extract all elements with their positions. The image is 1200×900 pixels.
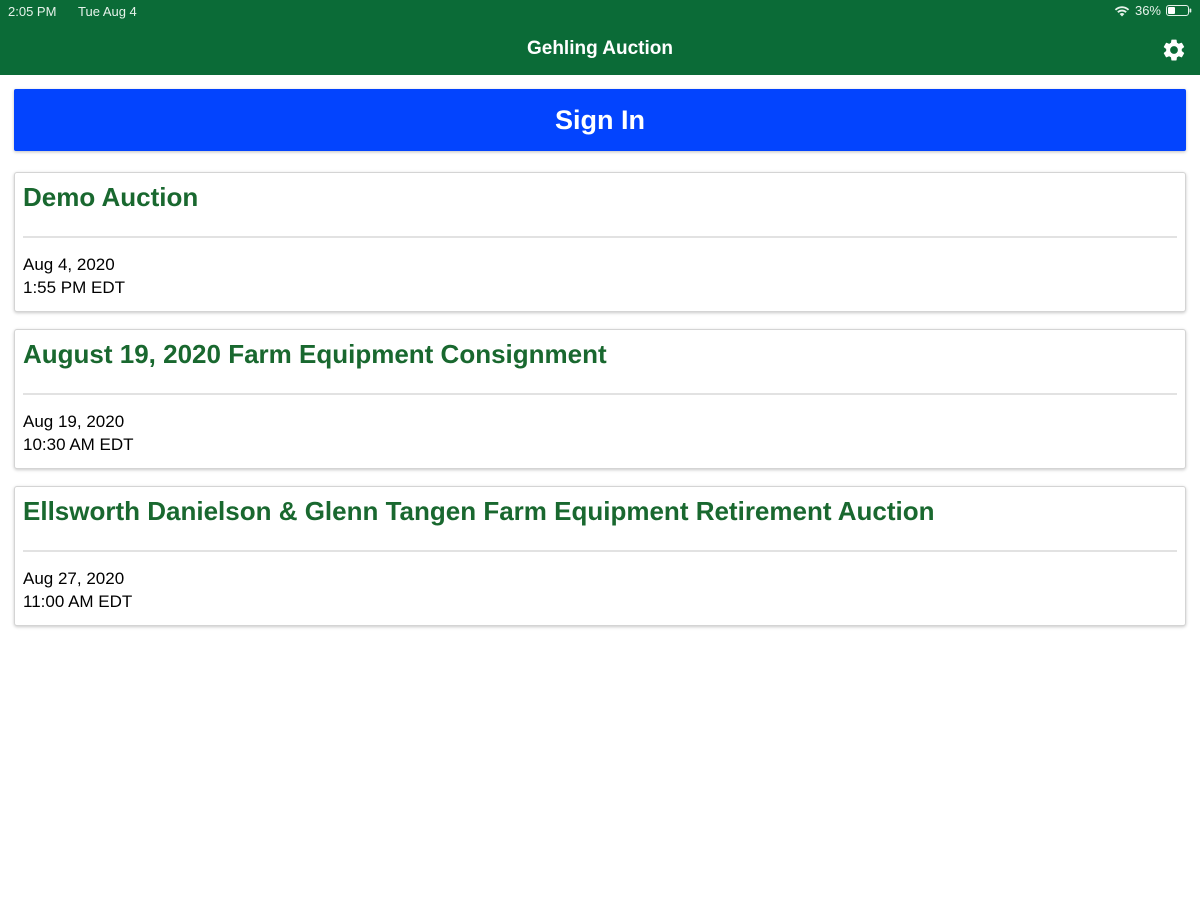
- auction-time: 1:55 PM EDT: [23, 278, 126, 297]
- divider: [23, 393, 1177, 395]
- battery-percent: 36%: [1134, 3, 1161, 18]
- wifi-icon: [1114, 5, 1130, 16]
- auction-date: Aug 4, 2020: [23, 255, 115, 274]
- auction-card[interactable]: August 19, 2020 Farm Equipment Consignme…: [14, 329, 1186, 469]
- auction-list: Demo Auction Aug 4, 2020 1:55 PM EDT Aug…: [14, 172, 1186, 643]
- status-time: 2:05 PM: [8, 4, 57, 19]
- auction-title: Demo Auction: [23, 182, 199, 212]
- sign-in-button[interactable]: Sign In: [14, 89, 1186, 151]
- auction-time: 11:00 AM EDT: [23, 592, 133, 611]
- auction-title: August 19, 2020 Farm Equipment Consignme…: [23, 339, 607, 369]
- divider: [23, 236, 1177, 238]
- battery-icon: [1166, 5, 1192, 16]
- auction-time: 10:30 AM EDT: [23, 435, 134, 454]
- auction-card[interactable]: Ellsworth Danielson & Glenn Tangen Farm …: [14, 486, 1186, 626]
- divider: [23, 550, 1177, 552]
- auction-card[interactable]: Demo Auction Aug 4, 2020 1:55 PM EDT: [14, 172, 1186, 312]
- gear-icon[interactable]: [1161, 37, 1187, 63]
- top-bar: 2:05 PM Tue Aug 4 36% Gehling Auction: [0, 0, 1200, 75]
- auction-date: Aug 19, 2020: [23, 412, 125, 431]
- auction-date: Aug 27, 2020: [23, 569, 125, 588]
- page-title: Gehling Auction: [526, 38, 673, 59]
- auction-title: Ellsworth Danielson & Glenn Tangen Farm …: [23, 496, 935, 526]
- status-date: Tue Aug 4: [78, 4, 137, 19]
- status-indicators: 36%: [1114, 3, 1192, 18]
- status-bar: 2:05 PM Tue Aug 4 36%: [0, 0, 1200, 24]
